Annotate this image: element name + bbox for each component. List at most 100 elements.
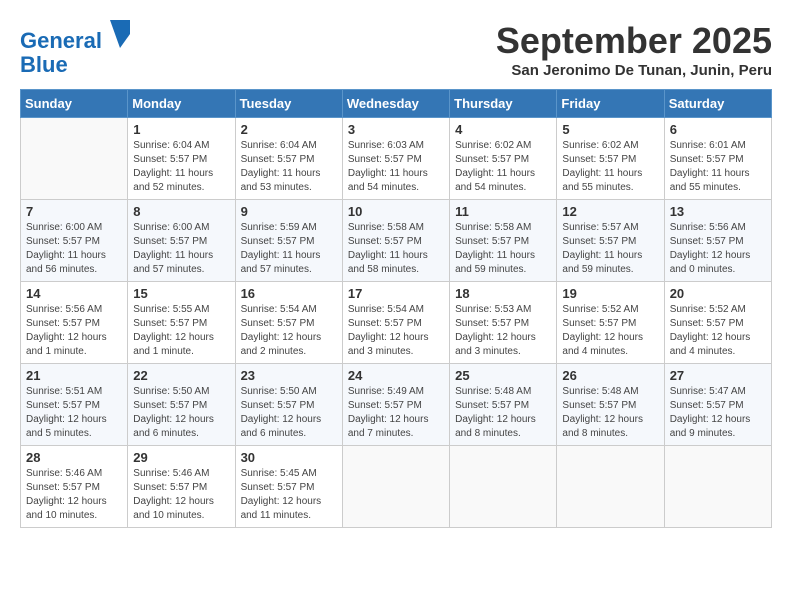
day-info: Sunrise: 5:52 AM Sunset: 5:57 PM Dayligh…: [670, 303, 766, 359]
day-number: 29: [133, 450, 229, 465]
day-info: Sunrise: 5:56 AM Sunset: 5:57 PM Dayligh…: [670, 221, 766, 277]
day-info: Sunrise: 5:59 AM Sunset: 5:57 PM Dayligh…: [241, 221, 337, 277]
day-info: Sunrise: 5:54 AM Sunset: 5:57 PM Dayligh…: [348, 303, 444, 359]
calendar-cell: [342, 446, 449, 528]
location: San Jeronimo De Tunan, Junin, Peru: [496, 62, 772, 79]
day-info: Sunrise: 5:46 AM Sunset: 5:57 PM Dayligh…: [26, 467, 122, 523]
calendar-cell: 10 Sunrise: 5:58 AM Sunset: 5:57 PM Dayli…: [342, 200, 449, 282]
calendar-cell: 12 Sunrise: 5:57 AM Sunset: 5:57 PM Dayli…: [557, 200, 664, 282]
day-info: Sunrise: 6:04 AM Sunset: 5:57 PM Dayligh…: [241, 139, 337, 195]
calendar-week-row: 14 Sunrise: 5:56 AM Sunset: 5:57 PM Dayli…: [21, 282, 772, 364]
calendar-cell: 3 Sunrise: 6:03 AM Sunset: 5:57 PM Daylig…: [342, 118, 449, 200]
day-info: Sunrise: 6:01 AM Sunset: 5:57 PM Dayligh…: [670, 139, 766, 195]
calendar-cell: 14 Sunrise: 5:56 AM Sunset: 5:57 PM Dayli…: [21, 282, 128, 364]
calendar-cell: 28 Sunrise: 5:46 AM Sunset: 5:57 PM Dayli…: [21, 446, 128, 528]
calendar-cell: 29 Sunrise: 5:46 AM Sunset: 5:57 PM Dayli…: [128, 446, 235, 528]
calendar-week-row: 1 Sunrise: 6:04 AM Sunset: 5:57 PM Daylig…: [21, 118, 772, 200]
calendar-cell: 16 Sunrise: 5:54 AM Sunset: 5:57 PM Dayli…: [235, 282, 342, 364]
day-number: 25: [455, 368, 551, 383]
calendar-cell: 22 Sunrise: 5:50 AM Sunset: 5:57 PM Dayli…: [128, 364, 235, 446]
day-info: Sunrise: 5:47 AM Sunset: 5:57 PM Dayligh…: [670, 385, 766, 441]
logo-general: General: [20, 28, 102, 53]
day-info: Sunrise: 5:57 AM Sunset: 5:57 PM Dayligh…: [562, 221, 658, 277]
day-number: 30: [241, 450, 337, 465]
calendar-cell: 2 Sunrise: 6:04 AM Sunset: 5:57 PM Daylig…: [235, 118, 342, 200]
calendar-cell: 20 Sunrise: 5:52 AM Sunset: 5:57 PM Dayli…: [664, 282, 771, 364]
day-number: 10: [348, 204, 444, 219]
day-number: 22: [133, 368, 229, 383]
day-info: Sunrise: 5:45 AM Sunset: 5:57 PM Dayligh…: [241, 467, 337, 523]
calendar-cell: [21, 118, 128, 200]
day-number: 11: [455, 204, 551, 219]
day-info: Sunrise: 5:53 AM Sunset: 5:57 PM Dayligh…: [455, 303, 551, 359]
day-number: 17: [348, 286, 444, 301]
day-header-wednesday: Wednesday: [342, 90, 449, 118]
day-info: Sunrise: 5:58 AM Sunset: 5:57 PM Dayligh…: [348, 221, 444, 277]
day-number: 2: [241, 122, 337, 137]
calendar-cell: 21Sunrise: 5:51 AM Sunset: 5:57 PM Dayli…: [21, 364, 128, 446]
day-number: 18: [455, 286, 551, 301]
day-number: 21: [26, 368, 122, 383]
day-number: 28: [26, 450, 122, 465]
day-info: Sunrise: 6:04 AM Sunset: 5:57 PM Dayligh…: [133, 139, 229, 195]
day-header-saturday: Saturday: [664, 90, 771, 118]
calendar-cell: 18 Sunrise: 5:53 AM Sunset: 5:57 PM Dayli…: [450, 282, 557, 364]
day-number: 4: [455, 122, 551, 137]
calendar-cell: 26 Sunrise: 5:48 AM Sunset: 5:57 PM Dayli…: [557, 364, 664, 446]
day-number: 26: [562, 368, 658, 383]
day-number: 16: [241, 286, 337, 301]
day-info: Sunrise: 5:48 AM Sunset: 5:57 PM Dayligh…: [455, 385, 551, 441]
logo-blue: Blue: [20, 52, 68, 77]
calendar-cell: 23 Sunrise: 5:50 AM Sunset: 5:57 PM Dayli…: [235, 364, 342, 446]
day-header-sunday: Sunday: [21, 90, 128, 118]
day-number: 14: [26, 286, 122, 301]
day-info: Sunrise: 6:00 AM Sunset: 5:57 PM Dayligh…: [26, 221, 122, 277]
day-header-thursday: Thursday: [450, 90, 557, 118]
day-info: Sunrise: 6:02 AM Sunset: 5:57 PM Dayligh…: [455, 139, 551, 195]
logo: General Blue: [20, 20, 130, 77]
day-header-monday: Monday: [128, 90, 235, 118]
calendar-cell: 13 Sunrise: 5:56 AM Sunset: 5:57 PM Dayli…: [664, 200, 771, 282]
calendar-cell: 24Sunrise: 5:49 AM Sunset: 5:57 PM Dayli…: [342, 364, 449, 446]
day-info: Sunrise: 5:46 AM Sunset: 5:57 PM Dayligh…: [133, 467, 229, 523]
day-number: 8: [133, 204, 229, 219]
day-number: 5: [562, 122, 658, 137]
calendar-week-row: 28 Sunrise: 5:46 AM Sunset: 5:57 PM Dayli…: [21, 446, 772, 528]
calendar-cell: 8Sunrise: 6:00 AM Sunset: 5:57 PM Daylig…: [128, 200, 235, 282]
day-number: 15: [133, 286, 229, 301]
calendar-cell: [664, 446, 771, 528]
day-info: Sunrise: 6:03 AM Sunset: 5:57 PM Dayligh…: [348, 139, 444, 195]
day-info: Sunrise: 5:50 AM Sunset: 5:57 PM Dayligh…: [133, 385, 229, 441]
calendar-cell: 19Sunrise: 5:52 AM Sunset: 5:57 PM Dayli…: [557, 282, 664, 364]
day-info: Sunrise: 6:02 AM Sunset: 5:57 PM Dayligh…: [562, 139, 658, 195]
day-number: 23: [241, 368, 337, 383]
calendar-cell: 1 Sunrise: 6:04 AM Sunset: 5:57 PM Daylig…: [128, 118, 235, 200]
calendar-cell: 4 Sunrise: 6:02 AM Sunset: 5:57 PM Daylig…: [450, 118, 557, 200]
day-info: Sunrise: 5:54 AM Sunset: 5:57 PM Dayligh…: [241, 303, 337, 359]
day-number: 1: [133, 122, 229, 137]
day-info: Sunrise: 5:50 AM Sunset: 5:57 PM Dayligh…: [241, 385, 337, 441]
day-number: 20: [670, 286, 766, 301]
day-number: 3: [348, 122, 444, 137]
day-info: Sunrise: 5:56 AM Sunset: 5:57 PM Dayligh…: [26, 303, 122, 359]
calendar-week-row: 7 Sunrise: 6:00 AM Sunset: 5:57 PM Daylig…: [21, 200, 772, 282]
day-info: Sunrise: 5:48 AM Sunset: 5:57 PM Dayligh…: [562, 385, 658, 441]
day-info: Sunrise: 5:52 AM Sunset: 5:57 PM Dayligh…: [562, 303, 658, 359]
calendar-week-row: 21Sunrise: 5:51 AM Sunset: 5:57 PM Dayli…: [21, 364, 772, 446]
calendar-cell: 15Sunrise: 5:55 AM Sunset: 5:57 PM Dayli…: [128, 282, 235, 364]
day-number: 6: [670, 122, 766, 137]
calendar-header-row: SundayMondayTuesdayWednesdayThursdayFrid…: [21, 90, 772, 118]
calendar-cell: 30 Sunrise: 5:45 AM Sunset: 5:57 PM Dayli…: [235, 446, 342, 528]
month-title: September 2025: [496, 20, 772, 62]
day-number: 13: [670, 204, 766, 219]
calendar-cell: 25 Sunrise: 5:48 AM Sunset: 5:57 PM Dayli…: [450, 364, 557, 446]
calendar-cell: 9Sunrise: 5:59 AM Sunset: 5:57 PM Daylig…: [235, 200, 342, 282]
day-header-friday: Friday: [557, 90, 664, 118]
day-number: 12: [562, 204, 658, 219]
day-number: 7: [26, 204, 122, 219]
logo-text: General Blue: [20, 20, 130, 77]
calendar-cell: [557, 446, 664, 528]
day-number: 27: [670, 368, 766, 383]
page-header: General Blue September 2025 San Jeronimo…: [20, 20, 772, 79]
calendar-cell: 11Sunrise: 5:58 AM Sunset: 5:57 PM Dayli…: [450, 200, 557, 282]
